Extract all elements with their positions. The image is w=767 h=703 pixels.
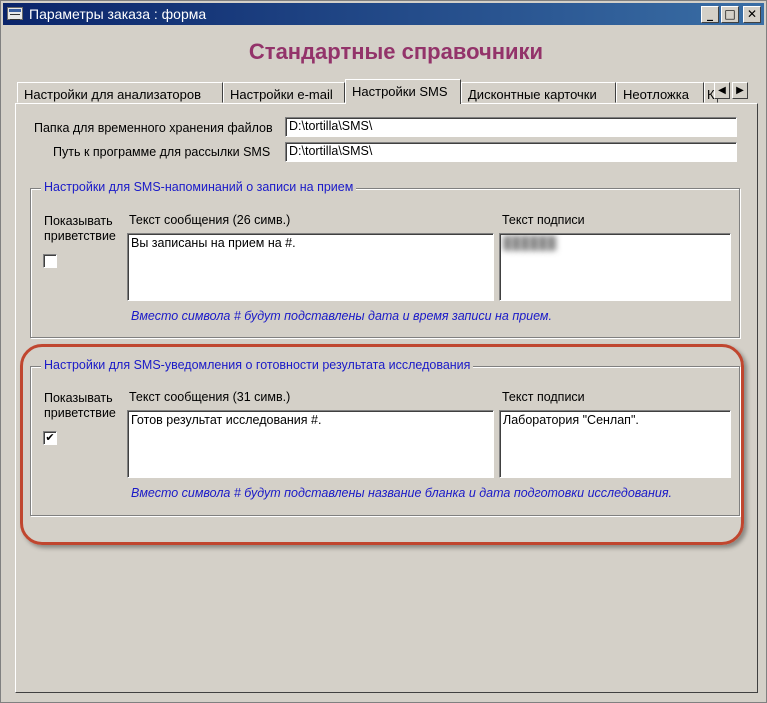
form-icon — [7, 7, 23, 20]
maximize-button[interactable]: □ — [721, 6, 739, 23]
tab-email[interactable]: Настройки e-mail — [223, 82, 345, 103]
result-show-greeting-label: Показывать приветствие — [44, 391, 116, 420]
title-bar[interactable]: Параметры заказа : форма _ □ ✕ — [3, 3, 764, 25]
tab-analyzers[interactable]: Настройки для анализаторов — [17, 82, 223, 103]
page-title: Стандартные справочники — [248, 39, 544, 64]
form-window: Параметры заказа : форма _ □ ✕ Стандартн… — [0, 0, 767, 703]
tab-scroll-left-icon[interactable]: ◀ — [714, 82, 730, 99]
sms-program-label: Путь к программе для рассылки SMS — [53, 145, 271, 159]
temp-folder-input[interactable]: D:\tortilla\SMS\ — [285, 117, 737, 137]
result-message-textarea[interactable]: Готов результат исследования #. — [127, 410, 494, 478]
result-signature-textarea[interactable]: Лаборатория "Сенлап". — [499, 410, 731, 478]
reminder-message-label: Текст сообщения (26 симв.) — [129, 213, 291, 227]
result-signature-label: Текст подписи — [502, 390, 585, 404]
temp-folder-label: Папка для временного хранения файлов — [34, 121, 273, 135]
reminder-signature-label: Текст подписи — [502, 213, 585, 227]
reminder-show-greeting-checkbox[interactable] — [43, 254, 57, 268]
reminder-hint: Вместо символа # будут подставлены дата … — [131, 309, 552, 323]
reminder-signature-textarea[interactable]: ██████ — [499, 233, 731, 301]
tab-scroll-right-icon[interactable]: ▶ — [732, 82, 748, 99]
result-show-greeting-checkbox[interactable]: ✔ — [43, 431, 57, 445]
result-group-title: Настройки для SMS-уведомления о готовнос… — [41, 358, 474, 372]
reminder-show-greeting-label: Показывать приветствие — [44, 214, 116, 243]
reminder-message-textarea[interactable]: Вы записаны на прием на #. — [127, 233, 494, 301]
form-content: Стандартные справочники Настройки для ан… — [6, 28, 762, 698]
close-button[interactable]: ✕ — [743, 6, 761, 23]
tab-urgent[interactable]: Неотложка — [616, 82, 704, 103]
reminder-group-title: Настройки для SMS-напоминаний о записи н… — [41, 180, 357, 194]
result-message-label: Текст сообщения (31 симв.) — [129, 390, 291, 404]
sms-program-input[interactable]: D:\tortilla\SMS\ — [285, 142, 737, 162]
result-hint: Вместо символа # будут подставлены назва… — [131, 486, 672, 500]
minimize-button[interactable]: _ — [701, 6, 719, 23]
tab-sms[interactable]: Настройки SMS — [345, 79, 461, 104]
tab-discount-cards[interactable]: Дисконтные карточки — [461, 82, 616, 103]
window-title: Параметры заказа : форма — [29, 6, 207, 22]
